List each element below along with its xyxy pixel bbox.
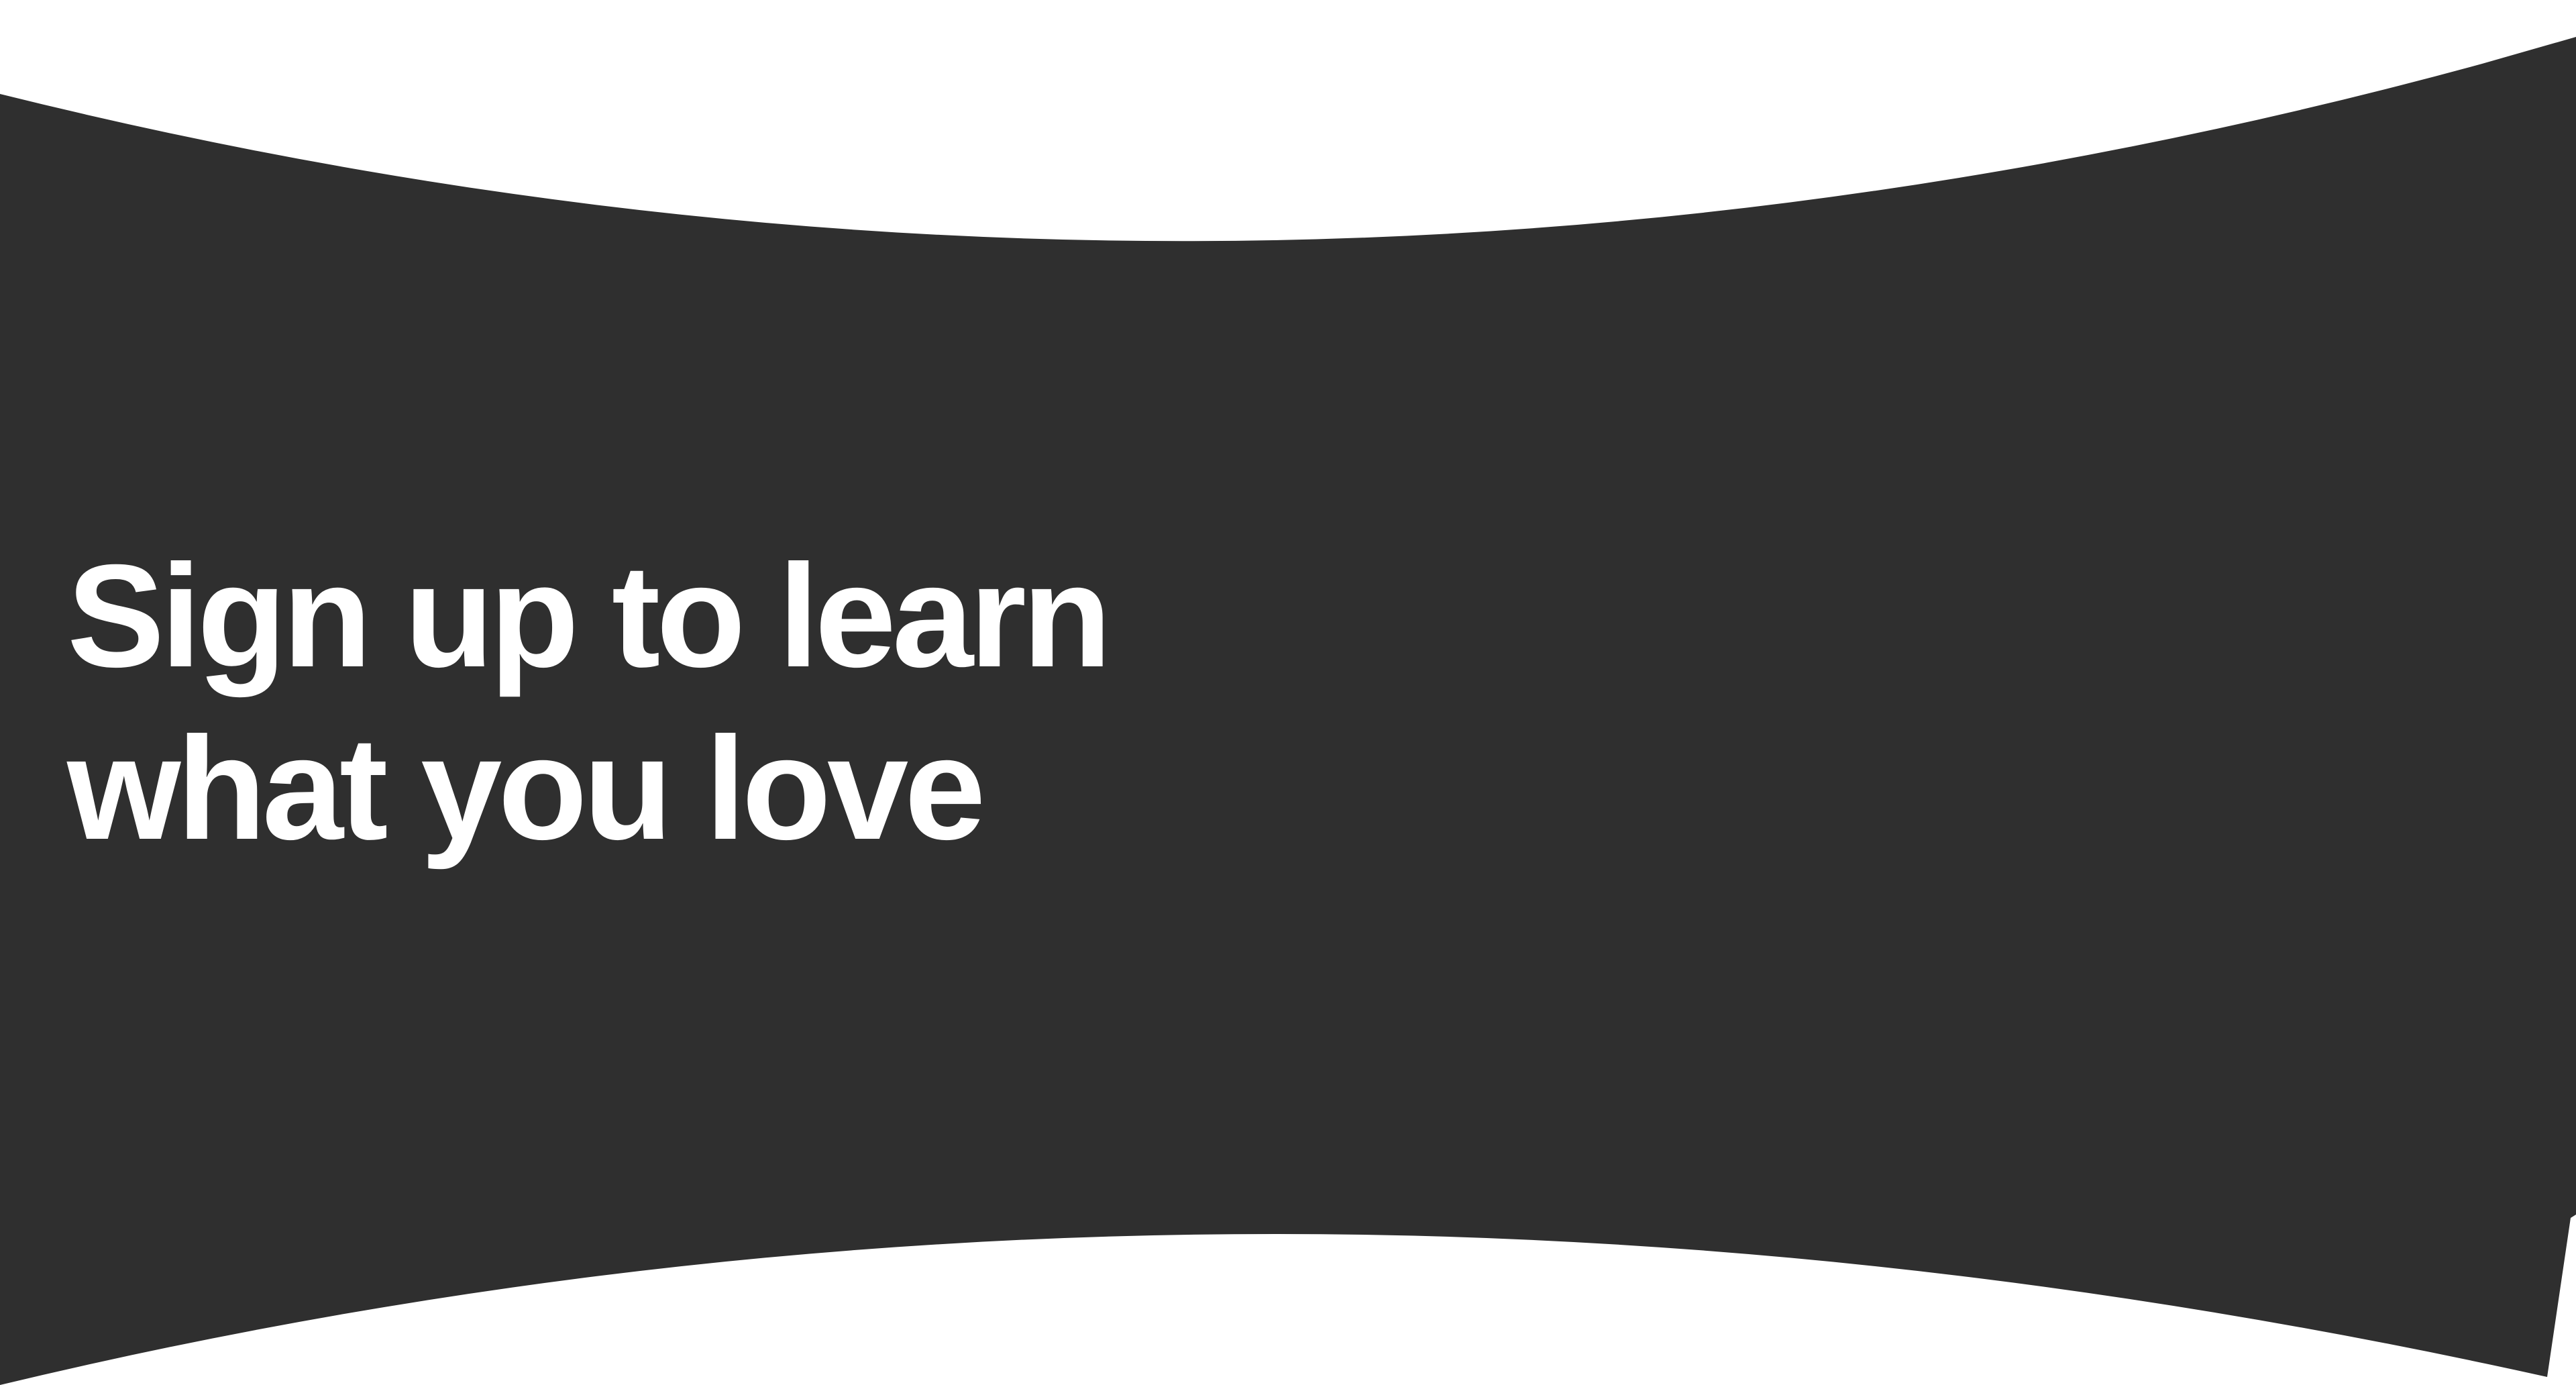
headline: Sign up to learn what you love xyxy=(67,530,1112,875)
signup-banner: Sign up to learn what you love xyxy=(0,0,2576,1385)
headline-line-1: Sign up to learn xyxy=(67,535,1112,698)
headline-line-2: what you love xyxy=(67,707,985,870)
